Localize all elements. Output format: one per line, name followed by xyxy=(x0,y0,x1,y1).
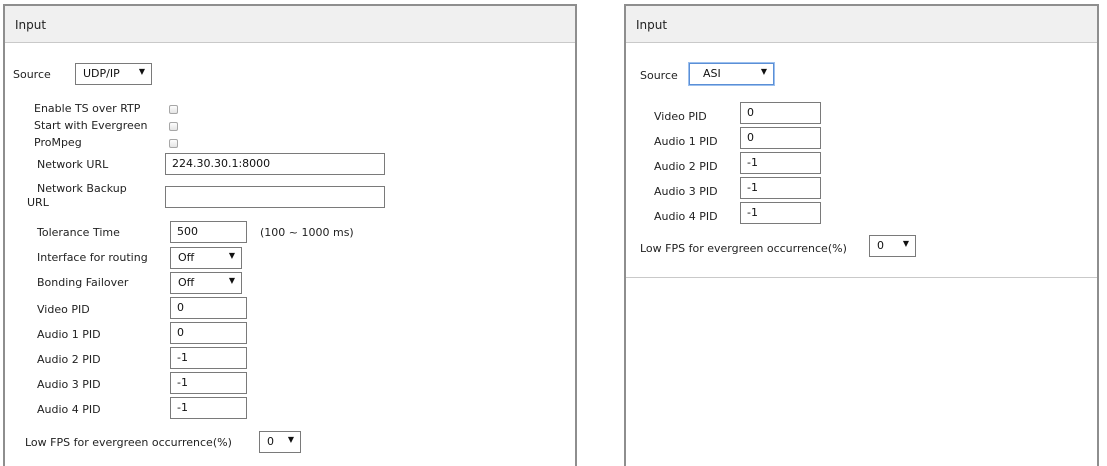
audio2-pid-label: Audio 2 PID xyxy=(654,160,718,173)
source-select[interactable]: UDP/IP ▼ xyxy=(75,63,152,85)
start-evergreen-checkbox[interactable] xyxy=(169,122,178,131)
source-select[interactable]: ASI ▼ xyxy=(689,63,774,85)
audio4-pid-label: Audio 4 PID xyxy=(37,403,101,416)
network-url-field[interactable]: 224.30.30.1:8000 xyxy=(165,153,385,175)
chevron-down-icon: ▼ xyxy=(287,435,294,444)
tolerance-hint: (100 ~ 1000 ms) xyxy=(260,226,354,239)
input-panel-udp: Input Source UDP/IP ▼ Enable TS over RTP… xyxy=(3,4,577,466)
interface-routing-select[interactable]: Off ▼ xyxy=(170,247,242,269)
panel-header: Input xyxy=(5,6,575,43)
input-panel-asi: Input Source ASI ▼ Video PID 0 Audio 1 P… xyxy=(624,4,1099,466)
audio2-pid-field[interactable]: -1 xyxy=(740,152,821,174)
audio1-pid-label: Audio 1 PID xyxy=(654,135,718,148)
chevron-down-icon: ▼ xyxy=(228,251,235,260)
video-pid-label: Video PID xyxy=(654,110,707,123)
chevron-down-icon: ▼ xyxy=(760,67,767,76)
audio1-pid-label: Audio 1 PID xyxy=(37,328,101,341)
audio1-pid-field[interactable]: 0 xyxy=(740,127,821,149)
prompeg-checkbox[interactable] xyxy=(169,139,178,148)
low-fps-label: Low FPS for evergreen occurrence(%) xyxy=(25,436,232,449)
video-pid-field[interactable]: 0 xyxy=(740,102,821,124)
audio4-pid-field[interactable]: -1 xyxy=(170,397,247,419)
interface-routing-label: Interface for routing xyxy=(37,251,148,264)
low-fps-value: 0 xyxy=(877,239,884,252)
prompeg-label: ProMpeg xyxy=(34,136,82,149)
bonding-failover-select[interactable]: Off ▼ xyxy=(170,272,242,294)
tolerance-time-field[interactable]: 500 xyxy=(170,221,247,243)
audio2-pid-field[interactable]: -1 xyxy=(170,347,247,369)
tolerance-time-label: Tolerance Time xyxy=(37,226,120,239)
enable-ts-rtp-label: Enable TS over RTP xyxy=(34,102,141,115)
bonding-failover-label: Bonding Failover xyxy=(37,276,129,289)
low-fps-select[interactable]: 0 ▼ xyxy=(259,431,301,453)
video-pid-field[interactable]: 0 xyxy=(170,297,247,319)
audio3-pid-field[interactable]: -1 xyxy=(170,372,247,394)
low-fps-label: Low FPS for evergreen occurrence(%) xyxy=(640,242,847,255)
bonding-failover-value: Off xyxy=(178,276,195,289)
source-select-value: ASI xyxy=(703,67,721,80)
panel-header: Input xyxy=(626,6,1097,43)
audio3-pid-field[interactable]: -1 xyxy=(740,177,821,199)
interface-routing-value: Off xyxy=(178,251,195,264)
start-evergreen-label: Start with Evergreen xyxy=(34,119,148,132)
source-label: Source xyxy=(640,69,678,82)
source-label: Source xyxy=(13,68,51,81)
audio3-pid-label: Audio 3 PID xyxy=(654,185,718,198)
panel-title: Input xyxy=(15,18,47,32)
low-fps-value: 0 xyxy=(267,435,274,448)
low-fps-select[interactable]: 0 ▼ xyxy=(869,235,916,257)
section-divider xyxy=(626,277,1097,278)
audio1-pid-field[interactable]: 0 xyxy=(170,322,247,344)
network-backup-label-cont: URL xyxy=(27,196,49,209)
panel-title: Input xyxy=(636,18,668,32)
network-url-label: Network URL xyxy=(37,158,109,171)
audio2-pid-label: Audio 2 PID xyxy=(37,353,101,366)
audio4-pid-field[interactable]: -1 xyxy=(740,202,821,224)
network-backup-url-field[interactable] xyxy=(165,186,385,208)
network-backup-label: Network Backup xyxy=(37,182,127,195)
chevron-down-icon: ▼ xyxy=(902,239,909,248)
video-pid-label: Video PID xyxy=(37,303,90,316)
source-select-value: UDP/IP xyxy=(83,67,120,80)
enable-ts-rtp-checkbox[interactable] xyxy=(169,105,178,114)
chevron-down-icon: ▼ xyxy=(138,67,145,76)
chevron-down-icon: ▼ xyxy=(228,276,235,285)
audio3-pid-label: Audio 3 PID xyxy=(37,378,101,391)
audio4-pid-label: Audio 4 PID xyxy=(654,210,718,223)
